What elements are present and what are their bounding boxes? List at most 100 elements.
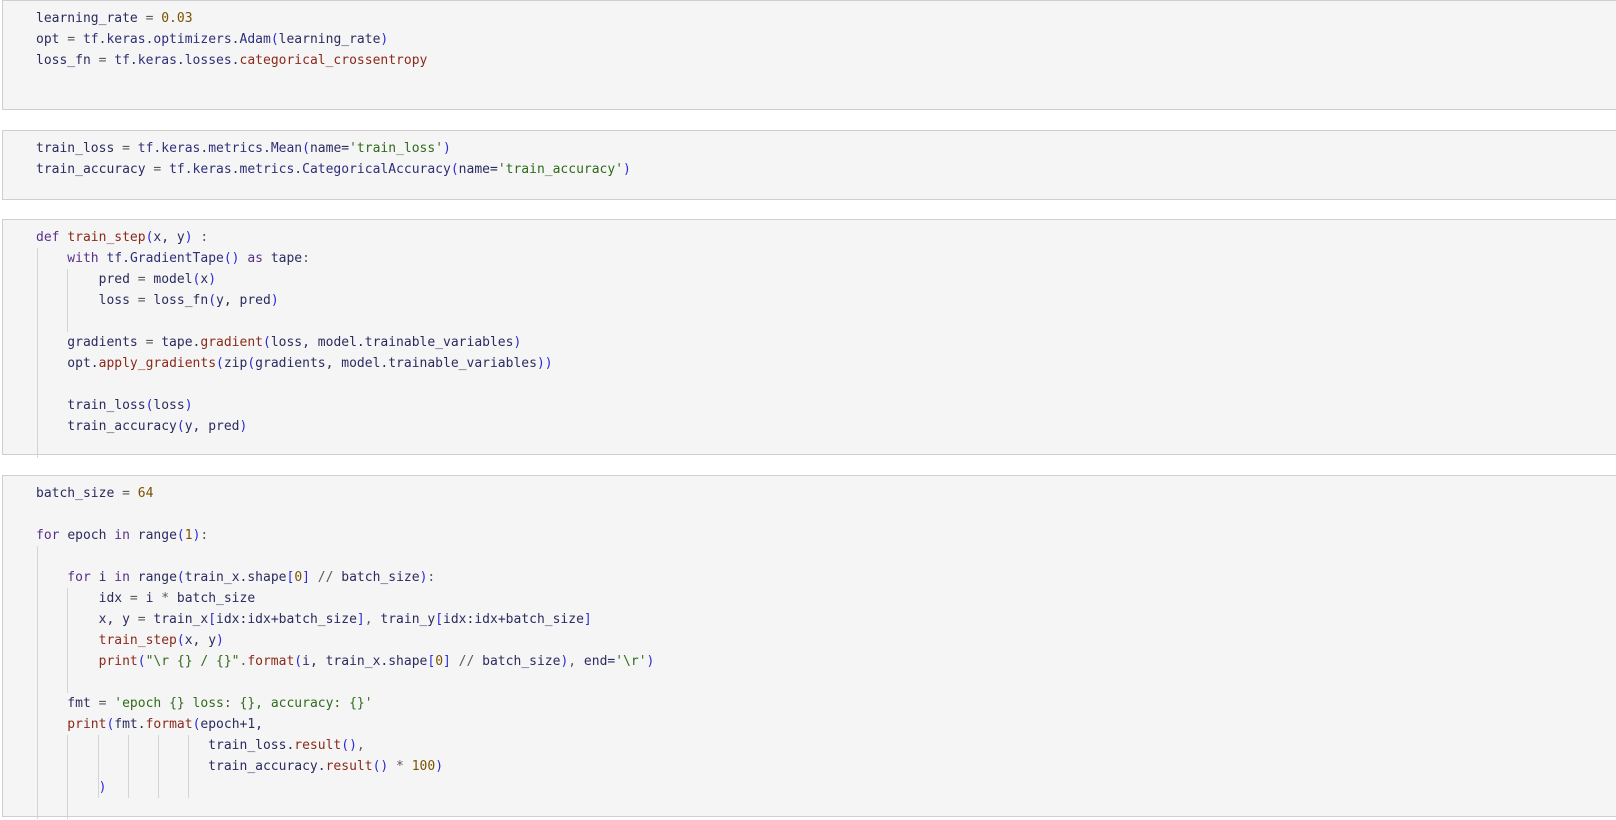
code-token: with (36, 251, 107, 266)
code-token: : (200, 528, 209, 543)
code-token: ) (184, 230, 193, 245)
code-line: for epoch in range(1): (36, 525, 654, 546)
indent-guide (98, 735, 99, 798)
code-token: epoch (67, 528, 107, 543)
code-token: loss_fn (153, 293, 209, 308)
code-token: GradientTape (129, 251, 224, 266)
indent-guide (67, 269, 68, 332)
code-token: name= (309, 141, 350, 156)
code-line: opt = tf.keras.optimizers.Adam(learning_… (36, 29, 427, 50)
code-token: = (137, 11, 162, 26)
code-token: result (325, 759, 373, 774)
code-token: ( (137, 654, 146, 669)
code-token: ( (176, 570, 185, 585)
indent-guide (37, 248, 38, 458)
code-token: model (153, 272, 193, 287)
code-token: 0.03 (161, 11, 193, 26)
code-token: // (450, 654, 483, 669)
code-cell[interactable]: learning_rate = 0.03 opt = tf.keras.optim… (2, 0, 1616, 110)
code-line: print("\r {} / {}".format(i, train_x.sha… (36, 651, 655, 672)
code-token: 'train_accuracy' (497, 162, 624, 177)
code-token: = (137, 335, 162, 350)
code-token: ) (270, 293, 279, 308)
code-line: train_step(x, y) (36, 630, 654, 651)
code-token: zip (223, 356, 248, 371)
code-token: name= (458, 162, 498, 177)
code-token: x, y (36, 612, 130, 627)
code-token: in (106, 570, 138, 585)
code-line: pred = model(x) (36, 269, 553, 290)
code-token: // (309, 570, 342, 585)
code-token: ] (302, 570, 310, 585)
code-token: ( (208, 293, 217, 308)
code-token: pred (36, 272, 130, 287)
code-cell[interactable]: def train_step(x, y) : with tf.GradientT… (2, 219, 1616, 458)
code-token: tape (270, 251, 303, 266)
code-token: learning_rate (36, 11, 138, 26)
code-line: train_loss = tf.keras.metrics.Mean(name=… (36, 138, 631, 159)
code-token: train_x.shape (184, 570, 287, 585)
code-cell[interactable]: train_loss = tf.keras.metrics.Mean(name=… (2, 130, 1616, 200)
code-token: tape. (161, 335, 201, 350)
code-token: * (153, 591, 177, 606)
code-token: idx:idx+batch_size (443, 612, 584, 627)
code-line: idx = i * batch_size (36, 588, 654, 609)
code-token: ( (247, 356, 256, 371)
code-token: ( (450, 162, 459, 177)
code-token: train_loss (36, 141, 115, 156)
code-line: train_loss(loss) (36, 395, 553, 416)
code-token: idx:idx+batch_size (216, 612, 357, 627)
code-token: i, train_x.shape (302, 654, 428, 669)
code-token: Mean (270, 141, 303, 156)
code-token: batch_size (341, 570, 420, 585)
code-token: CategoricalAccuracy (302, 162, 451, 177)
code-token: train_step (67, 230, 146, 245)
code-token: = (90, 696, 115, 711)
code-token: y, pred (184, 419, 240, 434)
code-token: : (302, 251, 310, 266)
code-token: ] (583, 612, 592, 627)
code-token: = (129, 612, 154, 627)
code-line: learning_rate = 0.03 (36, 8, 427, 29)
code-token: tf. (106, 251, 130, 266)
code-token: 0 (294, 570, 303, 585)
code-token: = (90, 53, 115, 68)
code-line: x, y = train_x[idx:idx+batch_size], trai… (36, 609, 654, 630)
code-line: for i in range(train_x.shape[0] // batch… (36, 567, 654, 588)
code-token: batch_size (176, 591, 256, 606)
code-token: batch_size (36, 486, 115, 501)
code-token: train_accuracy (36, 419, 177, 434)
code-token: Adam (239, 32, 271, 47)
code-token: loss (36, 293, 130, 308)
code-editor[interactable]: def train_step(x, y) : with tf.GradientT… (36, 227, 553, 458)
code-line: opt.apply_gradients(zip(gradients, model… (36, 353, 552, 374)
code-token: train_y (380, 612, 436, 627)
code-editor[interactable]: train_loss = tf.keras.metrics.Mean(name=… (36, 138, 631, 180)
code-token: ( (176, 633, 185, 648)
code-token: ( (270, 32, 279, 47)
code-editor[interactable]: learning_rate = 0.03 opt = tf.keras.optim… (36, 8, 427, 71)
code-token: train_accuracy (36, 162, 146, 177)
code-token: train_x (153, 612, 209, 627)
code-token: = (114, 141, 138, 156)
code-token: x, y (153, 230, 185, 245)
code-token: 1 (184, 528, 193, 543)
code-token: gradients, model.trainable_variables (255, 356, 537, 371)
code-token: () (341, 738, 357, 753)
code-token: ) (513, 335, 522, 350)
code-token: ) (435, 759, 444, 774)
code-token: x, y (184, 633, 217, 648)
code-token: end= (583, 654, 616, 669)
code-token: gradients (36, 335, 138, 350)
code-token: * (388, 759, 412, 774)
code-token: , (364, 612, 381, 627)
code-cell[interactable]: batch_size = 64 for epoch in range(1): fo… (2, 475, 1616, 819)
code-token: format (247, 654, 295, 669)
code-editor[interactable]: batch_size = 64 for epoch in range(1): fo… (36, 483, 655, 819)
code-token: 64 (137, 486, 154, 501)
